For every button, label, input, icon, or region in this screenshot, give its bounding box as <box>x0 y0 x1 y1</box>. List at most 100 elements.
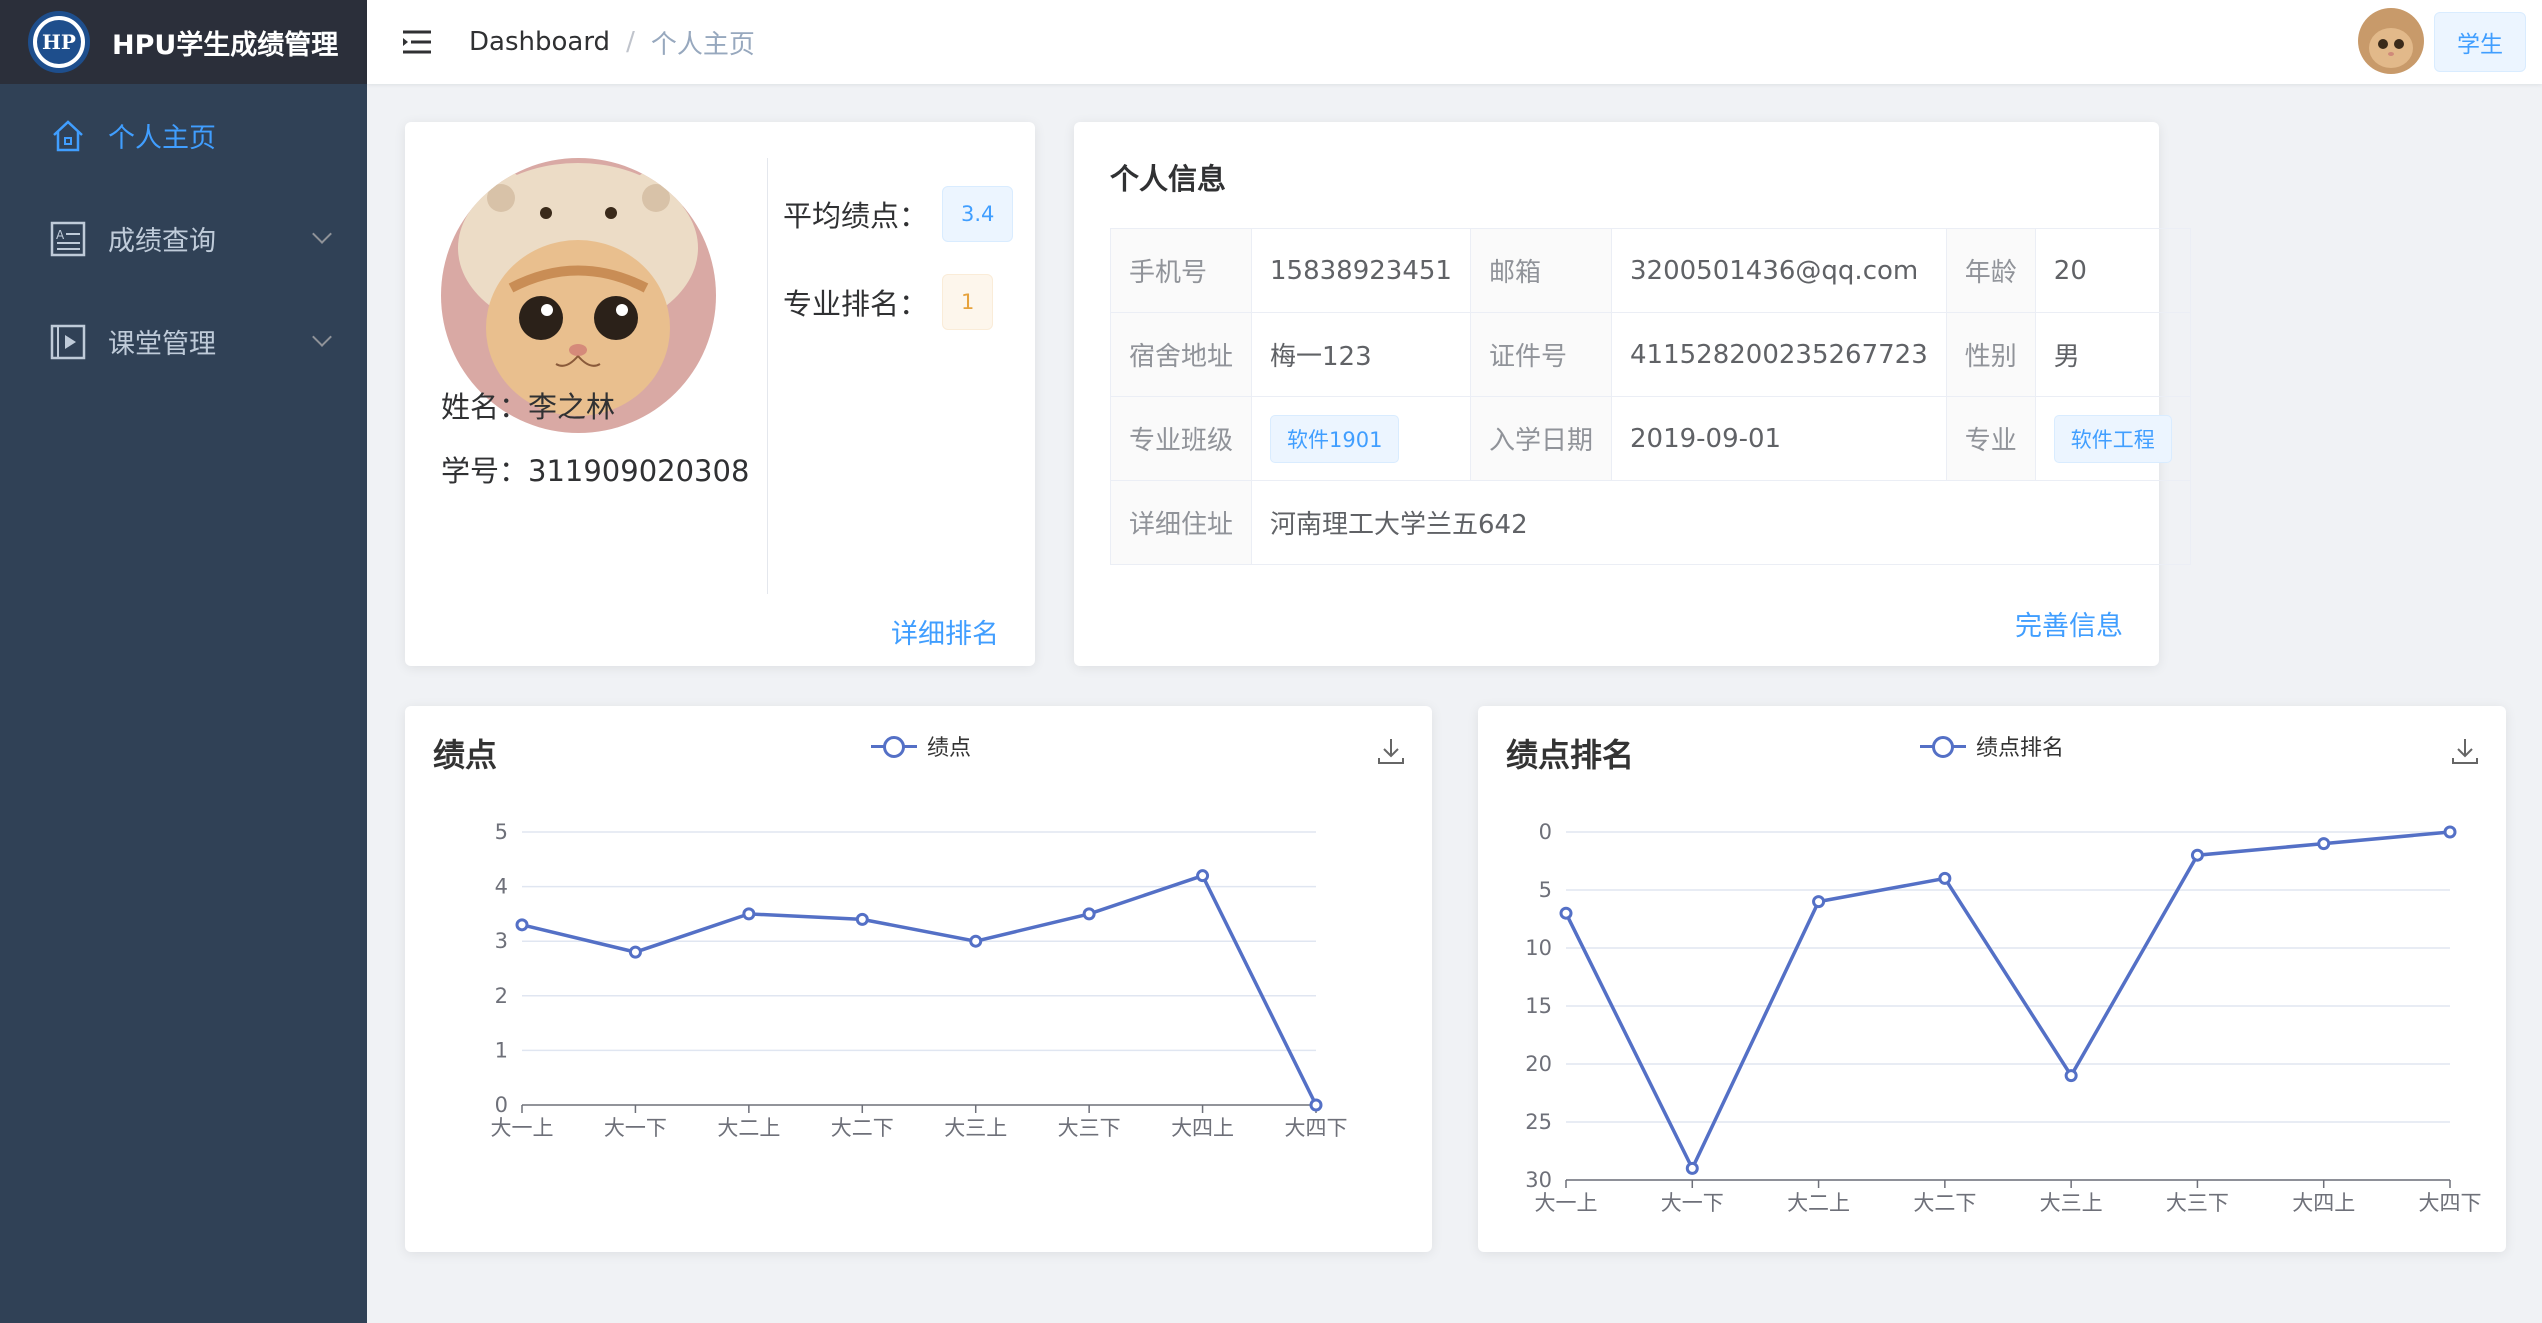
gpa-row: 平均绩点： 3.4 <box>783 186 1014 242</box>
data-point <box>1082 907 1096 921</box>
chevron-down-icon <box>312 327 332 347</box>
y-tick-label: 10 <box>1525 936 1552 960</box>
age-value: 20 <box>2034 228 2191 313</box>
y-tick-label: 0 <box>1539 820 1552 844</box>
x-tick-label: 大二下 <box>1913 1191 1976 1215</box>
ranking-chart-card: 绩点排名 绩点排名 0 5 10 15 20 25 30 大一上 大一下 大二上 大二下 大三上 大三下… <box>1478 706 2506 1252</box>
y-tick-label: 0 <box>495 1093 508 1117</box>
table-row: 专业班级 软件1901 入学日期 2019-09-01 专业 软件工程 <box>1109 396 2191 481</box>
gpa-line-chart: 0 1 2 3 4 5 大一上 大一下 大二上 大二下 大三上 大三下 大四上 大四下 <box>491 820 1348 1140</box>
class-value: 软件1901 <box>1251 396 1471 481</box>
breadcrumb-dashboard[interactable]: Dashboard <box>469 27 610 57</box>
major-label: 专业 <box>1945 396 2036 481</box>
class-label: 专业班级 <box>1109 396 1253 481</box>
address-value: 河南理工大学兰五642 <box>1251 480 2191 565</box>
x-tick-label: 大一下 <box>604 1116 667 1140</box>
divider <box>767 158 768 594</box>
class-tag: 软件1901 <box>1270 414 1400 463</box>
y-tick-label: 5 <box>495 820 508 844</box>
rank-row: 专业排名： 1 <box>783 274 994 330</box>
enroll-date-label: 入学日期 <box>1469 396 1613 481</box>
y-tick-label: 20 <box>1525 1052 1552 1076</box>
video-play-icon <box>50 324 86 360</box>
rank-value-badge: 1 <box>942 274 994 330</box>
sidebar-item-label: 成绩查询 <box>108 226 216 257</box>
student-id: 学号：311909020308 <box>441 454 750 488</box>
table-row: 手机号 15838923451 邮箱 3200501436@qq.com 年龄 … <box>1109 228 2191 313</box>
app-title: HPU学生成绩管理 <box>112 29 339 61</box>
detail-ranking-link[interactable]: 详细排名 <box>891 612 999 651</box>
data-point <box>1196 869 1210 883</box>
x-tick-label: 大二上 <box>717 1116 780 1140</box>
y-tick-label: 3 <box>495 929 508 953</box>
personal-info-table: 手机号 15838923451 邮箱 3200501436@qq.com 年龄 … <box>1109 228 2191 565</box>
score-list-icon: A <box>50 221 86 257</box>
svg-text:A: A <box>56 228 65 242</box>
data-point <box>855 912 869 926</box>
y-tick-label: 1 <box>495 1038 508 1062</box>
top-navbar: Dashboard / 个人主页 学生 <box>367 0 2542 84</box>
gender-value: 男 <box>2034 312 2191 397</box>
complete-info-link[interactable]: 完善信息 <box>2015 604 2123 643</box>
breadcrumb-separator: / <box>626 27 635 57</box>
personal-info-card: 个人信息 手机号 15838923451 邮箱 3200501436@qq.co… <box>1074 122 2191 666</box>
data-point <box>969 934 983 948</box>
user-role-badge[interactable]: 学生 <box>2434 12 2526 72</box>
y-tick-label: 4 <box>495 875 508 899</box>
x-tick-label: 大三上 <box>944 1116 1007 1140</box>
table-row: 详细住址 河南理工大学兰五642 <box>1109 480 2191 565</box>
x-tick-label: 大三上 <box>2040 1191 2103 1215</box>
y-tick-label: 5 <box>1539 878 1552 902</box>
sidebar-item-class-management[interactable]: 课堂管理 <box>0 290 367 393</box>
sidebar-item-label: 个人主页 <box>108 123 216 154</box>
y-tick-label: 2 <box>495 984 508 1008</box>
address-label: 详细住址 <box>1109 480 1253 565</box>
data-point <box>628 945 642 959</box>
data-point <box>2190 848 2204 862</box>
university-logo: HP <box>28 11 90 73</box>
menu-toggle-icon[interactable] <box>397 22 437 62</box>
y-tick-label: 25 <box>1525 1110 1552 1134</box>
chevron-down-icon <box>312 224 332 244</box>
x-tick-label: 大一上 <box>1535 1191 1598 1215</box>
x-tick-label: 大四下 <box>1285 1116 1348 1140</box>
phone-value: 15838923451 <box>1251 228 1471 313</box>
x-tick-label: 大一下 <box>1661 1191 1724 1215</box>
sidebar-item-score-query[interactable]: A 成绩查询 <box>0 187 367 290</box>
x-tick-label: 大一上 <box>491 1116 554 1140</box>
x-tick-label: 大三下 <box>1058 1116 1121 1140</box>
data-point <box>515 918 529 932</box>
id-number-value: 411528200235267723 <box>1611 312 1947 397</box>
y-tick-label: 15 <box>1525 994 1552 1018</box>
email-value: 3200501436@qq.com <box>1611 228 1947 313</box>
data-point <box>1938 871 1952 885</box>
avatar[interactable] <box>2358 8 2424 74</box>
rank-label: 专业排名： <box>783 287 929 321</box>
series-line <box>521 873 1318 1106</box>
data-point <box>1812 895 1826 909</box>
data-point <box>2064 1069 2078 1083</box>
gpa-label: 平均绩点： <box>783 199 929 233</box>
major-value: 软件工程 <box>2034 396 2191 481</box>
breadcrumb: Dashboard / 个人主页 <box>469 24 755 61</box>
id-number-label: 证件号 <box>1469 312 1613 397</box>
logo-bar: HP HPU学生成绩管理 <box>0 0 367 84</box>
dorm-value: 梅一123 <box>1251 312 1471 397</box>
x-tick-label: 大二上 <box>1787 1191 1850 1215</box>
sidebar-item-label: 课堂管理 <box>108 329 216 360</box>
x-tick-label: 大四下 <box>2419 1191 2482 1215</box>
sidebar-item-home[interactable]: 个人主页 <box>0 84 367 187</box>
y-tick-label: 30 <box>1525 1168 1552 1192</box>
dorm-label: 宿舍地址 <box>1109 312 1253 397</box>
series-line <box>1564 830 2451 1173</box>
table-row: 宿舍地址 梅一123 证件号 411528200235267723 性别 男 <box>1109 312 2191 397</box>
x-tick-label: 大四上 <box>2292 1191 2355 1215</box>
gpa-value-badge: 3.4 <box>942 186 1014 242</box>
x-tick-label: 大三下 <box>2166 1191 2229 1215</box>
gpa-chart-card: 绩点 绩点 0 1 2 3 4 5 大一上 大一下 大二上 大二下 大三上 大三下 大四上 大四下 <box>405 706 1432 1252</box>
data-point <box>742 907 756 921</box>
data-point <box>1685 1161 1699 1175</box>
gender-label: 性别 <box>1945 312 2036 397</box>
phone-label: 手机号 <box>1109 228 1253 313</box>
info-title: 个人信息 <box>1110 162 1227 196</box>
